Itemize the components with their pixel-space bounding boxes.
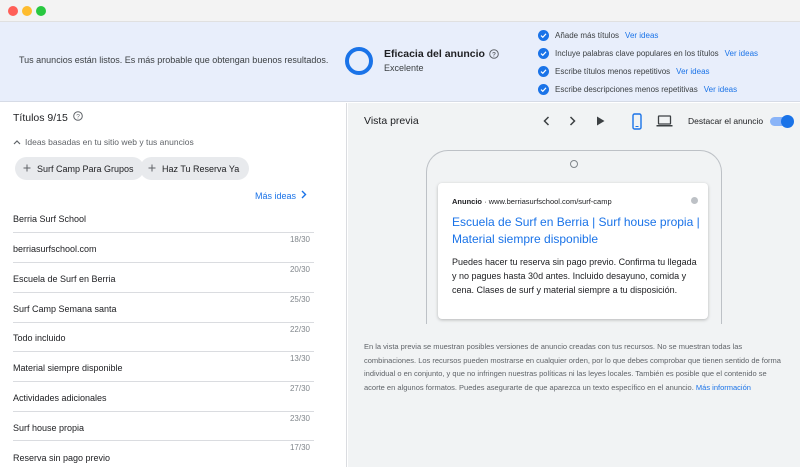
checklist-item: Añade más títulos Ver ideas [538, 26, 758, 44]
preview-title: Vista previa [364, 115, 419, 127]
title-field[interactable]: Escuela de Surf en Berria 25/30 [13, 263, 314, 304]
banner-message: Tus anuncios están listos. Es más probab… [19, 55, 329, 65]
phone-frame: Anuncio · www.berriasurfschool.com/surf-… [426, 150, 722, 324]
titles-heading: Títulos 9/15 ? [13, 111, 83, 124]
title-field[interactable]: Berria Surf School 18/30 [13, 204, 314, 244]
titles-panel: Títulos 9/15 ? Ideas basadas en tu sitio… [0, 103, 347, 467]
play-button[interactable] [592, 113, 608, 129]
chevron-up-icon [13, 137, 21, 147]
smartphone-icon [632, 112, 642, 130]
minimize-window-button[interactable] [22, 6, 32, 16]
title-field[interactable]: Material siempre disponible 27/30 [13, 352, 314, 393]
svg-text:?: ? [492, 51, 496, 58]
view-ideas-link[interactable]: Ver ideas [625, 31, 658, 40]
chevron-left-icon [542, 116, 549, 126]
ideas-label: Ideas basadas en tu sitio web y tus anun… [25, 137, 194, 147]
suggestion-checklist: Añade más títulos Ver ideas Incluye pala… [538, 26, 758, 98]
view-ideas-link[interactable]: Ver ideas [704, 85, 737, 94]
help-icon[interactable]: ? [73, 111, 83, 124]
checklist-item: Escribe títulos menos repetitivos Ver id… [538, 62, 758, 80]
ad-headline[interactable]: Escuela de Surf en Berria | Surf house p… [452, 214, 702, 248]
toggle-knob [781, 115, 794, 128]
plus-icon [23, 164, 31, 174]
suggestion-chip[interactable]: Surf Camp Para Grupos [15, 157, 144, 180]
close-window-button[interactable] [8, 6, 18, 16]
effectiveness-heading: Eficacia del anuncio ? [384, 48, 499, 60]
title-field[interactable]: Surf Camp Semana santa 22/30 [13, 293, 314, 334]
checklist-item: Escribe descripciones menos repetitivas … [538, 80, 758, 98]
chevron-right-icon [301, 190, 307, 201]
effectiveness-ring [345, 47, 373, 75]
title-text: Surf Camp Semana santa [13, 304, 117, 314]
chip-label: Surf Camp Para Grupos [37, 163, 134, 174]
window-titlebar [0, 0, 800, 22]
ad-url: www.berriasurfschool.com/surf-camp [488, 197, 612, 206]
title-text: Escuela de Surf en Berria [13, 274, 116, 284]
title-field[interactable]: Reserva sin pago previo [13, 441, 314, 467]
effectiveness-title: Eficacia del anuncio [384, 48, 485, 60]
check-icon [538, 29, 549, 41]
ad-meta: Anuncio · www.berriasurfschool.com/surf-… [452, 197, 612, 206]
checklist-text: Escribe descripciones menos repetitivas [555, 84, 698, 94]
ad-description: Puedes hacer tu reserva sin pago previo.… [452, 257, 697, 295]
info-icon[interactable] [691, 197, 698, 204]
checklist-text: Añade más títulos [555, 30, 620, 40]
title-field[interactable]: Todo incluido 13/30 [13, 323, 314, 363]
title-field[interactable]: Surf house propia 17/30 [13, 412, 314, 452]
laptop-icon [656, 115, 672, 127]
chip-label: Haz Tu Reserva Ya [162, 163, 240, 174]
title-text: Surf house propia [13, 423, 85, 433]
checklist-text: Escribe títulos menos repetitivos [555, 66, 671, 76]
suggestion-chip[interactable]: Haz Tu Reserva Ya [140, 157, 250, 180]
effectiveness-status: Excelente [384, 63, 424, 73]
chevron-right-icon [569, 116, 576, 126]
svg-text:?: ? [76, 113, 80, 120]
more-ideas-label: Más ideas [255, 190, 297, 201]
title-text: Berria Surf School [13, 214, 87, 224]
ad-badge: Anuncio [452, 197, 482, 206]
title-text: Actividades adicionales [13, 393, 107, 403]
check-icon [538, 83, 549, 95]
help-icon[interactable]: ? [489, 49, 499, 59]
preview-disclaimer: En la vista previa se muestran posibles … [364, 340, 784, 394]
view-ideas-link[interactable]: Ver ideas [676, 67, 709, 76]
highlight-ad-toggle[interactable] [768, 115, 794, 128]
check-icon [538, 65, 549, 77]
checklist-text: Incluye palabras clave populares en los … [555, 48, 719, 58]
titles-count-label: Títulos 9/15 [13, 111, 68, 124]
previous-button[interactable] [538, 113, 554, 129]
ad-strength-banner: Tus anuncios están listos. Es más probab… [0, 22, 800, 102]
view-ideas-link[interactable]: Ver ideas [725, 49, 758, 58]
title-text: Material siempre disponible [13, 363, 123, 373]
plus-icon [148, 164, 156, 174]
more-ideas-link[interactable]: Más ideas [255, 190, 307, 201]
title-text: Todo incluido [13, 333, 66, 343]
title-field[interactable]: berriasurfschool.com 20/30 [13, 233, 314, 274]
mobile-view-button[interactable] [629, 111, 645, 131]
zoom-window-button[interactable] [36, 6, 46, 16]
highlight-ad-label: Destacar el anuncio [688, 116, 764, 126]
more-info-link[interactable]: Más información [696, 383, 751, 392]
title-text: berriasurfschool.com [13, 244, 97, 254]
next-button[interactable] [564, 113, 580, 129]
title-field[interactable]: Actividades adicionales 23/30 [13, 382, 314, 423]
checklist-item: Incluye palabras clave populares en los … [538, 44, 758, 62]
ideas-toggle[interactable]: Ideas basadas en tu sitio web y tus anun… [13, 137, 194, 147]
preview-panel: Vista previa Destacar el anuncio Anuncio… [348, 103, 800, 467]
play-icon [596, 116, 604, 126]
check-icon [538, 47, 549, 59]
title-text: Reserva sin pago previo [13, 453, 111, 463]
desktop-view-button[interactable] [654, 113, 674, 129]
phone-camera [570, 160, 578, 168]
ad-preview-card: Anuncio · www.berriasurfschool.com/surf-… [438, 183, 708, 319]
